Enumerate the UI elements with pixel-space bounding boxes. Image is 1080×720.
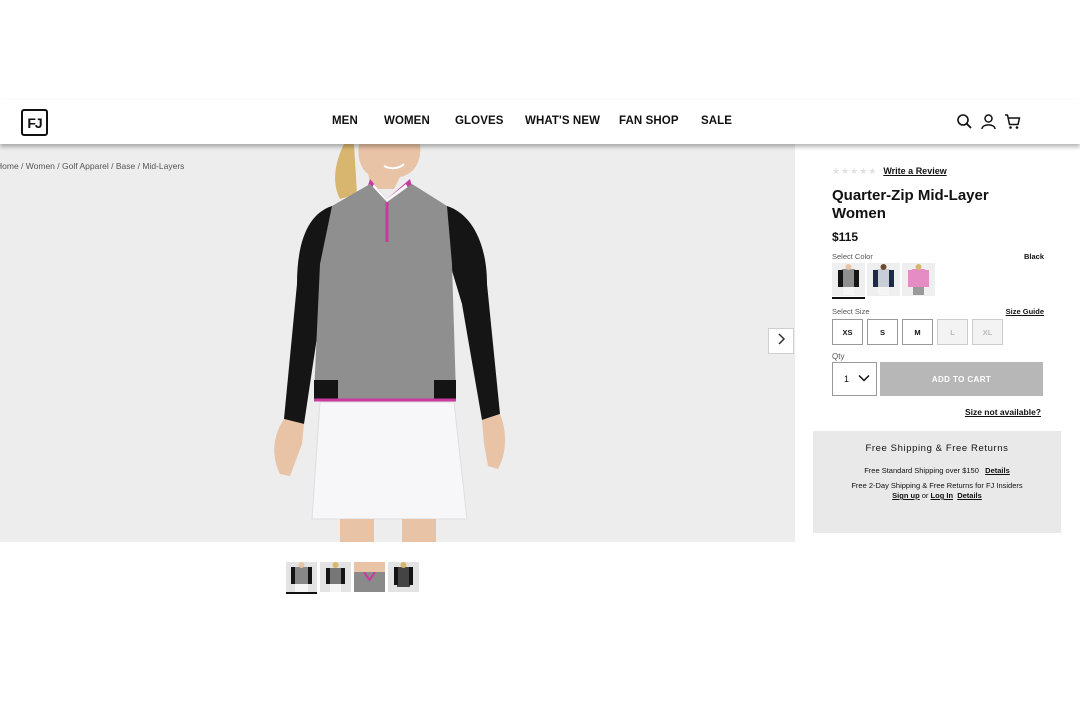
thumbnail-4[interactable] <box>388 562 419 592</box>
qty-value: 1 <box>844 374 850 384</box>
size-l-button[interactable]: L <box>937 319 968 345</box>
size-options: XS S M L XL <box>832 319 1044 345</box>
nav-fan-shop[interactable]: FAN SHOP <box>619 115 679 127</box>
breadcrumb-women[interactable]: Women <box>26 161 55 171</box>
breadcrumb-separator: / <box>108 161 116 171</box>
breadcrumb: Home / Women / Golf Apparel / Base / Mid… <box>0 161 184 171</box>
add-to-cart-button[interactable]: ADD TO CART <box>880 362 1043 396</box>
chevron-right-icon <box>776 332 786 350</box>
product-model-image <box>274 144 506 542</box>
color-swatch-black[interactable] <box>832 263 865 299</box>
shipping-details-link[interactable]: Details <box>985 466 1010 475</box>
image-thumbnails <box>286 562 419 594</box>
rating-row: ★★★★★ Write a Review <box>832 160 1044 182</box>
thumbnail-2[interactable] <box>320 562 351 592</box>
size-guide-link[interactable]: Size Guide <box>1006 307 1044 316</box>
chevron-down-icon <box>858 374 870 384</box>
qty-row: 1 ADD TO CART <box>832 362 1044 396</box>
breadcrumb-golf-apparel[interactable]: Golf Apparel <box>62 161 109 171</box>
shipping-title: Free Shipping & Free Returns <box>865 443 1009 454</box>
color-swatches <box>832 263 1044 299</box>
size-m-button[interactable]: M <box>902 319 933 345</box>
site-header: FJ MEN WOMEN GLOVES WHAT'S NEW FAN SHOP … <box>0 100 1080 144</box>
thumbnail-3[interactable] <box>354 562 385 592</box>
product-title-line1: Quarter-Zip Mid-Layer <box>832 187 989 204</box>
size-not-available-link[interactable]: Size not available? <box>832 407 1041 417</box>
product-price: $115 <box>832 230 859 244</box>
color-row: Select Color Black <box>832 252 1044 261</box>
search-icon[interactable] <box>956 113 973 130</box>
breadcrumb-base[interactable]: Base <box>116 161 135 171</box>
color-swatch-pink[interactable] <box>902 263 935 296</box>
shipping-insiders-links: Sign up or Log In Details <box>813 491 1061 500</box>
nav-whats-new[interactable]: WHAT'S NEW <box>525 115 600 127</box>
nav-women[interactable]: WOMEN <box>384 115 430 127</box>
header-icons <box>956 113 1021 130</box>
breadcrumb-separator: / <box>18 161 26 171</box>
size-s-button[interactable]: S <box>867 319 898 345</box>
shipping-info-box: Free Shipping & Free Returns Free Standa… <box>813 431 1061 533</box>
qty-label: Qty <box>832 352 845 361</box>
insiders-details-link[interactable]: Details <box>957 491 982 500</box>
shipping-insiders-text: Free 2-Day Shipping & Free Returns for F… <box>851 481 1023 490</box>
write-review-link[interactable]: Write a Review <box>883 166 946 176</box>
sign-up-link[interactable]: Sign up <box>892 491 920 500</box>
breadcrumb-mid-layers[interactable]: Mid-Layers <box>142 161 184 171</box>
cart-icon[interactable] <box>1004 113 1021 130</box>
shipping-standard-line: Free Standard Shipping over $150 Details <box>813 466 1061 475</box>
select-color-label: Select Color <box>832 252 873 261</box>
select-size-label: Select Size <box>832 307 870 316</box>
product-image-gallery: Home / Women / Golf Apparel / Base / Mid… <box>0 144 795 542</box>
size-xl-button[interactable]: XL <box>972 319 1003 345</box>
thumbnail-1[interactable] <box>286 562 317 594</box>
nav-sale[interactable]: SALE <box>701 115 732 127</box>
nav-men[interactable]: MEN <box>332 115 358 127</box>
shipping-standard-text: Free Standard Shipping over $150 <box>864 466 979 475</box>
or-text: or <box>921 491 929 500</box>
next-image-button[interactable] <box>768 328 794 354</box>
color-swatch-navy[interactable] <box>867 263 900 296</box>
qty-select[interactable]: 1 <box>832 362 877 396</box>
nav-gloves[interactable]: GLOVES <box>455 115 504 127</box>
product-info-panel: ★★★★★ Write a Review Quarter-Zip Mid-Lay… <box>832 160 1044 417</box>
product-title: Quarter-Zip Mid-Layer Women <box>832 187 1044 223</box>
main-nav: MEN WOMEN GLOVES WHAT'S NEW FAN SHOP SAL… <box>0 100 1080 144</box>
breadcrumb-separator: / <box>54 161 63 171</box>
account-icon[interactable] <box>980 113 997 130</box>
log-in-link[interactable]: Log In <box>931 491 954 500</box>
selected-color-name: Black <box>1023 252 1044 261</box>
size-xs-button[interactable]: XS <box>832 319 863 345</box>
breadcrumb-home[interactable]: Home <box>0 161 19 171</box>
size-row: Select Size Size Guide <box>832 307 1044 316</box>
product-title-line2: Women <box>832 205 886 222</box>
rating-stars: ★★★★★ <box>832 165 878 176</box>
